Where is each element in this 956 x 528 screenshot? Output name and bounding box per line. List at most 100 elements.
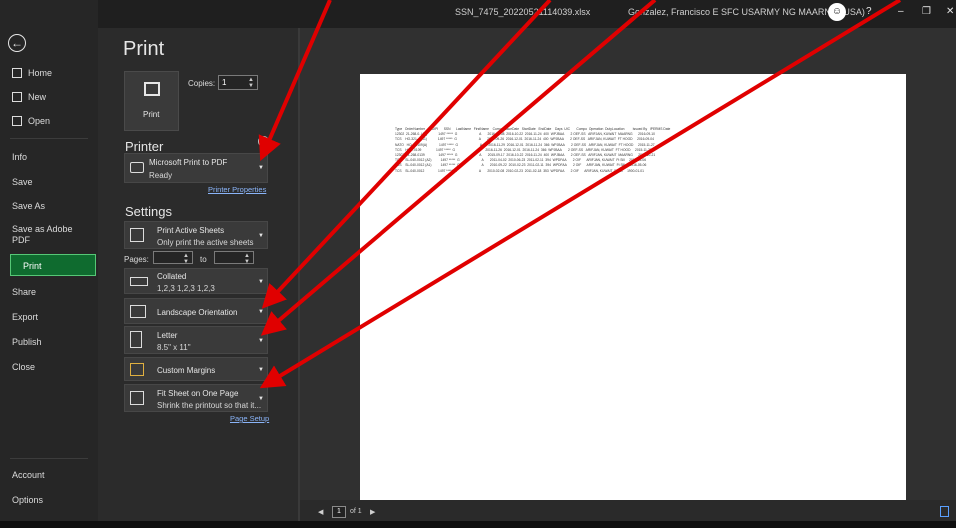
print-what-dropdown[interactable]: Print Active Sheets Only print the activ…: [124, 221, 268, 249]
taskbar-strip: [0, 521, 956, 528]
sheets-subtitle: Only print the active sheets: [157, 238, 254, 247]
sheets-icon: [130, 228, 144, 242]
copies-stepper[interactable]: 1 ▲ ▼: [218, 75, 258, 90]
collate-subtitle: 1,2,3 1,2,3 1,2,3: [157, 284, 215, 293]
nav-export-label: Export: [12, 312, 39, 322]
printer-ready-icon: [130, 162, 144, 173]
orientation-dropdown[interactable]: Landscape Orientation ▼: [124, 298, 268, 324]
nav-info[interactable]: Info: [12, 152, 27, 162]
sheets-title: Print Active Sheets: [157, 226, 225, 235]
nav-home[interactable]: Home: [12, 68, 52, 78]
nav-publish[interactable]: Publish: [12, 337, 42, 347]
window-title: SSN_7475_20220521114039.xlsx: [455, 7, 591, 17]
chevron-down-icon: ▼: [258, 279, 264, 285]
paper-size-dropdown[interactable]: Letter 8.5" x 11" ▼: [124, 326, 268, 354]
collate-icon: [130, 277, 148, 286]
avatar[interactable]: ☺: [828, 3, 846, 21]
nav-options-label: Options: [12, 495, 44, 505]
help-button[interactable]: ?: [866, 6, 872, 17]
printer-icon: [144, 82, 160, 96]
scaling-dropdown[interactable]: Fit Sheet on One Page Shrink the printou…: [124, 384, 268, 412]
nav-save-label: Save: [12, 177, 33, 187]
scaling-title: Fit Sheet on One Page: [157, 389, 239, 398]
preview-table: Type OrderNumber EDIPI SSN LastName Firs…: [395, 127, 671, 173]
nav-save-as-label: Save As: [12, 201, 46, 211]
print-button-label: Print: [143, 110, 160, 119]
chevron-down-icon: ▼: [258, 233, 264, 239]
paper-subtitle: 8.5" x 11": [157, 343, 191, 352]
new-document-icon: [12, 92, 22, 102]
copies-label: Copies:: [188, 79, 216, 88]
margins-dropdown[interactable]: Custom Margins ▼: [124, 357, 268, 381]
collate-title: Collated: [157, 272, 187, 281]
nav-new-label: New: [28, 92, 47, 102]
spinner-icon[interactable]: ▲ ▼: [244, 253, 250, 265]
nav-open-label: Open: [28, 116, 51, 126]
nav-account-label: Account: [12, 470, 45, 480]
spinner-icon[interactable]: ▲ ▼: [248, 77, 254, 89]
home-icon: [12, 68, 22, 78]
backstage-nav: ← Home New Open Info Save Save As Save a…: [0, 0, 98, 528]
fit-page-icon: [130, 391, 144, 405]
nav-export[interactable]: Export: [12, 312, 38, 322]
pages-to-label: to: [200, 255, 207, 264]
page-setup-link[interactable]: Page Setup: [230, 414, 269, 423]
pages-to-input[interactable]: ▲ ▼: [214, 251, 254, 265]
chevron-down-icon: ▼: [258, 165, 264, 171]
spinner-icon[interactable]: ▲ ▼: [183, 253, 189, 265]
folder-icon: [12, 116, 22, 126]
close-button[interactable]: ✕: [946, 6, 954, 17]
nav-print[interactable]: Print: [10, 254, 96, 276]
previous-page-icon[interactable]: ◀: [318, 508, 323, 516]
nav-divider: [10, 138, 88, 139]
nav-divider: [10, 458, 88, 459]
scaling-subtitle: Shrink the printout so that it...: [157, 401, 262, 410]
paper-icon: [130, 331, 142, 348]
nav-account[interactable]: Account: [12, 470, 45, 480]
margins-label: Custom Margins: [157, 366, 216, 375]
copies-value: 1: [222, 78, 227, 87]
nav-home-label: Home: [28, 68, 53, 78]
pages-label: Pages:: [124, 255, 149, 264]
page-count: of 1: [350, 508, 362, 515]
printer-dropdown[interactable]: Microsoft Print to PDF Ready ▼: [124, 153, 268, 183]
margins-icon: [130, 363, 144, 376]
printer-properties-link[interactable]: Printer Properties: [208, 185, 266, 194]
info-icon[interactable]: i: [258, 136, 269, 147]
next-page-icon[interactable]: ▶: [370, 508, 375, 516]
print-button[interactable]: Print: [124, 71, 179, 131]
nav-publish-label: Publish: [12, 337, 42, 347]
nav-save-adobe-label: Save as Adobe PDF: [12, 224, 73, 245]
current-page-input[interactable]: 1: [332, 506, 346, 518]
chevron-down-icon: ▼: [258, 367, 264, 373]
chevron-down-icon: ▼: [258, 396, 264, 402]
nav-close-label: Close: [12, 362, 36, 372]
nav-options[interactable]: Options: [12, 495, 43, 505]
collate-dropdown[interactable]: Collated 1,2,3 1,2,3 1,2,3 ▼: [124, 268, 268, 294]
printer-section-title: Printer: [125, 139, 164, 154]
show-margins-icon[interactable]: [940, 506, 949, 517]
back-arrow-icon[interactable]: ←: [8, 34, 26, 52]
nav-save-adobe[interactable]: Save as Adobe PDF: [12, 224, 82, 246]
nav-info-label: Info: [12, 152, 28, 162]
minimize-button[interactable]: –: [898, 6, 904, 17]
pages-from-input[interactable]: ▲ ▼: [153, 251, 193, 265]
nav-new[interactable]: New: [12, 92, 46, 102]
settings-section-title: Settings: [125, 204, 172, 219]
paper-title: Letter: [157, 331, 178, 340]
chevron-down-icon: ▼: [258, 309, 264, 315]
restore-button[interactable]: ❐: [922, 6, 931, 17]
nav-save-as[interactable]: Save As: [12, 201, 45, 211]
nav-save[interactable]: Save: [12, 177, 33, 187]
nav-print-label: Print: [23, 261, 42, 271]
nav-share-label: Share: [12, 287, 37, 297]
page-title: Print: [123, 38, 165, 60]
printer-name: Microsoft Print to PDF: [149, 158, 228, 167]
landscape-icon: [130, 305, 146, 318]
chevron-down-icon: ▼: [258, 338, 264, 344]
nav-close[interactable]: Close: [12, 362, 35, 372]
printer-status: Ready: [149, 171, 173, 180]
nav-share[interactable]: Share: [12, 287, 36, 297]
nav-open[interactable]: Open: [12, 116, 50, 126]
orientation-label: Landscape Orientation: [157, 308, 238, 317]
